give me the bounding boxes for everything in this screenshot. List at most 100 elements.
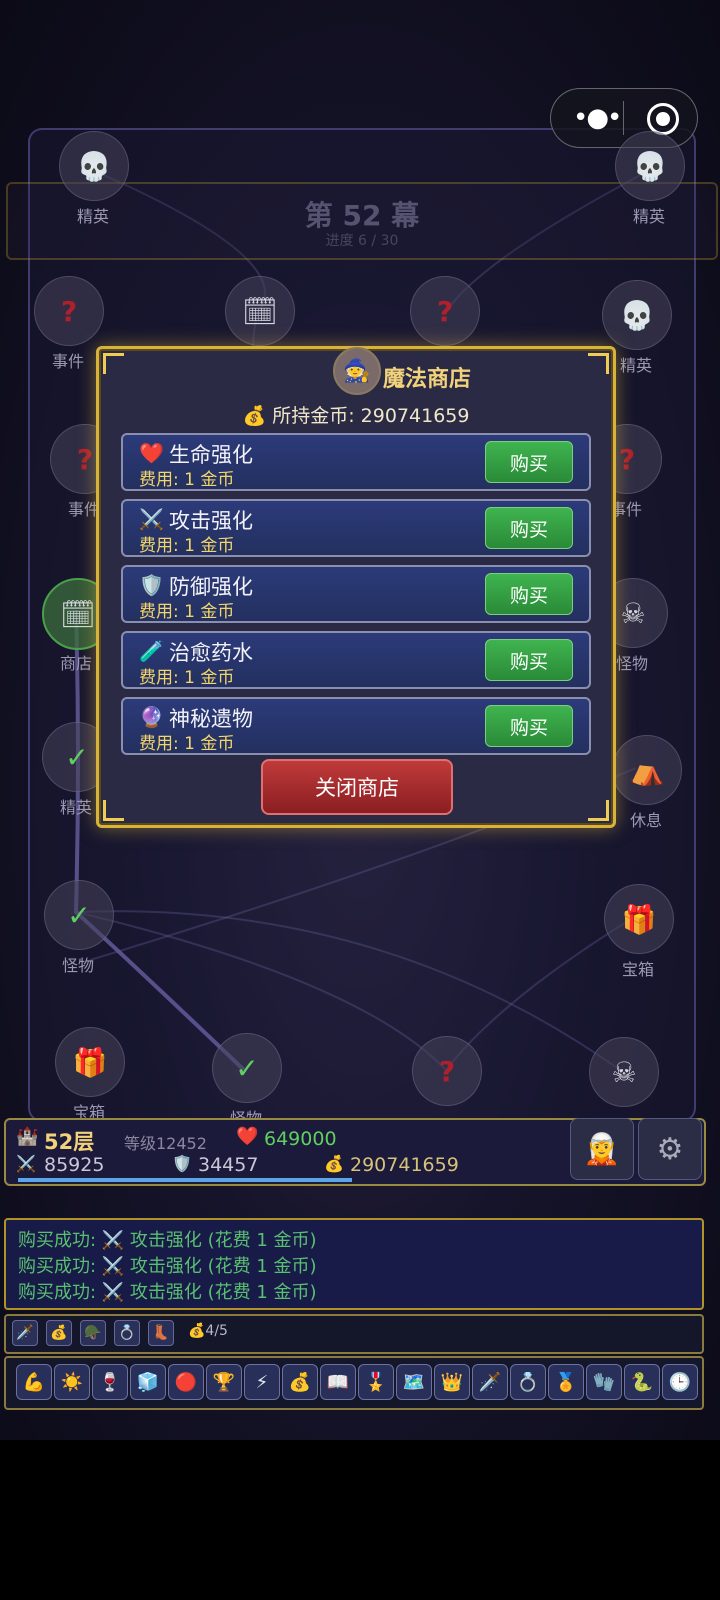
done-icon: ✓ [65,740,89,774]
mini-program-capsule: •●• [550,88,698,148]
heart-icon: ❤️ [236,1126,259,1147]
gold-value: 290741659 [350,1154,459,1176]
frame-corner [103,800,124,821]
shop-title: 魔法商店 [383,367,472,392]
close-shop-button[interactable]: 关闭商店 [261,759,453,815]
relic-slot[interactable]: 🍷 [92,1364,128,1400]
map-node-event[interactable]: ? [412,1036,482,1106]
relic-slot[interactable]: 🧤 [586,1364,622,1400]
ring-icon[interactable]: 💍 [114,1320,140,1346]
shield-icon: 🛡️ [139,573,164,597]
castle-icon: 🏰 [16,1126,39,1147]
log-line: 购买成功: ⚔️ 攻击强化 (花费 1 金币) [18,1256,317,1277]
dagger-icon[interactable]: 🗡️ [12,1320,38,1346]
relic-slot[interactable]: 🐍 [624,1364,660,1400]
relic-slot[interactable]: 🧊 [130,1364,166,1400]
more-icon[interactable]: •●• [573,105,622,131]
relic-slot[interactable]: 💰 [282,1364,318,1400]
event-icon: ? [436,294,454,328]
heart-icon: ❤️ [139,441,164,465]
relic-slot[interactable]: 🏆 [206,1364,242,1400]
relic-slot[interactable]: 💍 [510,1364,546,1400]
map-node-rest[interactable]: ⛺ [612,735,682,805]
act-progress: 进度 6 / 30 [325,233,399,249]
map-node-label: 宝箱 [621,960,654,979]
relic-slot[interactable]: 💪 [16,1364,52,1400]
map-node-elite[interactable]: 💀 [602,280,672,350]
shop-icon: 🗓 [242,294,278,328]
potion-icon: 🧪 [139,639,164,663]
buy-button[interactable]: 购买 [485,639,573,681]
event-icon: ? [438,1054,456,1088]
map-node-event[interactable]: ? [34,276,104,346]
map-node-monster[interactable]: ☠ [589,1037,659,1107]
done-icon: ✓ [67,898,91,932]
orb-icon: 🔮 [139,705,164,729]
shield-icon: 🛡️ [172,1154,192,1173]
event-icon: ? [76,442,94,476]
relic-slot[interactable]: 👑 [434,1364,470,1400]
relic-slot[interactable]: 🕒 [662,1364,698,1400]
equipment-bar: 🗡️ 💰 🪖 💍 👢 💰4/5 [4,1314,704,1354]
shop-item-relic: 🔮 神秘遗物 费用: 1 金币 购买 [121,697,591,755]
boots-icon[interactable]: 👢 [148,1320,174,1346]
swords-icon: ⚔️ [139,507,164,531]
purchase-log: 购买成功: ⚔️ 攻击强化 (花费 1 金币) 购买成功: ⚔️ 攻击强化 (花… [4,1218,704,1310]
shop-icon: 🗓 [60,597,96,631]
map-node-label: 精英 [632,207,665,226]
item-cost: 费用: 1 金币 [139,536,235,556]
map-node-chest[interactable]: 🎁 [604,884,674,954]
floor-label: 52层 [44,1130,95,1154]
relic-slot[interactable]: 🔴 [168,1364,204,1400]
map-node-done[interactable]: ✓ [212,1033,282,1103]
item-cost: 费用: 1 金币 [139,668,235,688]
swords-icon: ⚔️ [16,1154,36,1173]
shop-item-attack: ⚔️ 攻击强化 费用: 1 金币 购买 [121,499,591,557]
shop-item-defense: 🛡️ 防御强化 费用: 1 金币 购买 [121,565,591,623]
map-node-elite[interactable]: 💀 [615,131,685,201]
relic-slot[interactable]: 🗡️ [472,1364,508,1400]
rest-icon: ⛺ [629,753,665,787]
shop-item-potion: 🧪 治愈药水 费用: 1 金币 购买 [121,631,591,689]
item-cost: 费用: 1 金币 [139,470,235,490]
relic-slot[interactable]: 🎖️ [358,1364,394,1400]
map-node-label: 精英 [76,207,109,226]
log-line: 购买成功: ⚔️ 攻击强化 (花费 1 金币) [18,1282,317,1303]
item-cost: 费用: 1 金币 [139,734,235,754]
map-node-event[interactable]: ? [410,276,480,346]
done-icon: ✓ [235,1051,259,1085]
shop-item-hp: ❤️ 生命强化 费用: 1 金币 购买 [121,433,591,491]
equipment-count: 💰4/5 [188,1323,228,1339]
money-bag-icon[interactable]: 💰 [46,1320,72,1346]
relic-bar: 💪 ☀️ 🍷 🧊 🔴 🏆 ⚡ 💰 📖 🎖️ 🗺️ 👑 🗡️ 💍 🏅 🧤 🐍 🕒 [4,1356,704,1410]
relic-slot[interactable]: 📖 [320,1364,356,1400]
relic-slot[interactable]: ⚡ [244,1364,280,1400]
chest-icon: 🎁 [72,1045,108,1079]
magic-shop-dialog: 🧙 魔法商店 💰 所持金币: 290741659 ❤️ 生命强化 费用: 1 金… [96,346,616,828]
relic-slot[interactable]: 🗺️ [396,1364,432,1400]
map-node-chest[interactable]: 🎁 [55,1027,125,1097]
buy-button[interactable]: 购买 [485,573,573,615]
map-node-elite[interactable]: 💀 [59,131,129,201]
elite-icon: 💀 [619,298,655,332]
character-portrait-button[interactable]: 🧝 [570,1118,634,1180]
map-node-done[interactable]: ✓ [44,880,114,950]
buy-button[interactable]: 购买 [485,441,573,483]
relic-slot[interactable]: ☀️ [54,1364,90,1400]
level-label: 等级12452 [124,1134,207,1153]
gear-icon[interactable]: ⚙ [638,1118,702,1180]
buy-button[interactable]: 购买 [485,705,573,747]
experience-bar [18,1178,352,1182]
map-node-shop[interactable]: 🗓 [225,276,295,346]
monster-icon: ☠ [611,1055,637,1089]
event-icon: ? [618,442,636,476]
defense-value: 34457 [198,1154,259,1176]
relic-slot[interactable]: 🏅 [548,1364,584,1400]
chest-icon: 🎁 [621,902,657,936]
monster-icon: ☠ [620,596,646,630]
helmet-icon[interactable]: 🪖 [80,1320,106,1346]
frame-corner [588,353,609,374]
hp-value: 649000 [264,1128,337,1150]
shop-gold-label: 💰 所持金币: 290741659 [242,405,470,427]
buy-button[interactable]: 购买 [485,507,573,549]
